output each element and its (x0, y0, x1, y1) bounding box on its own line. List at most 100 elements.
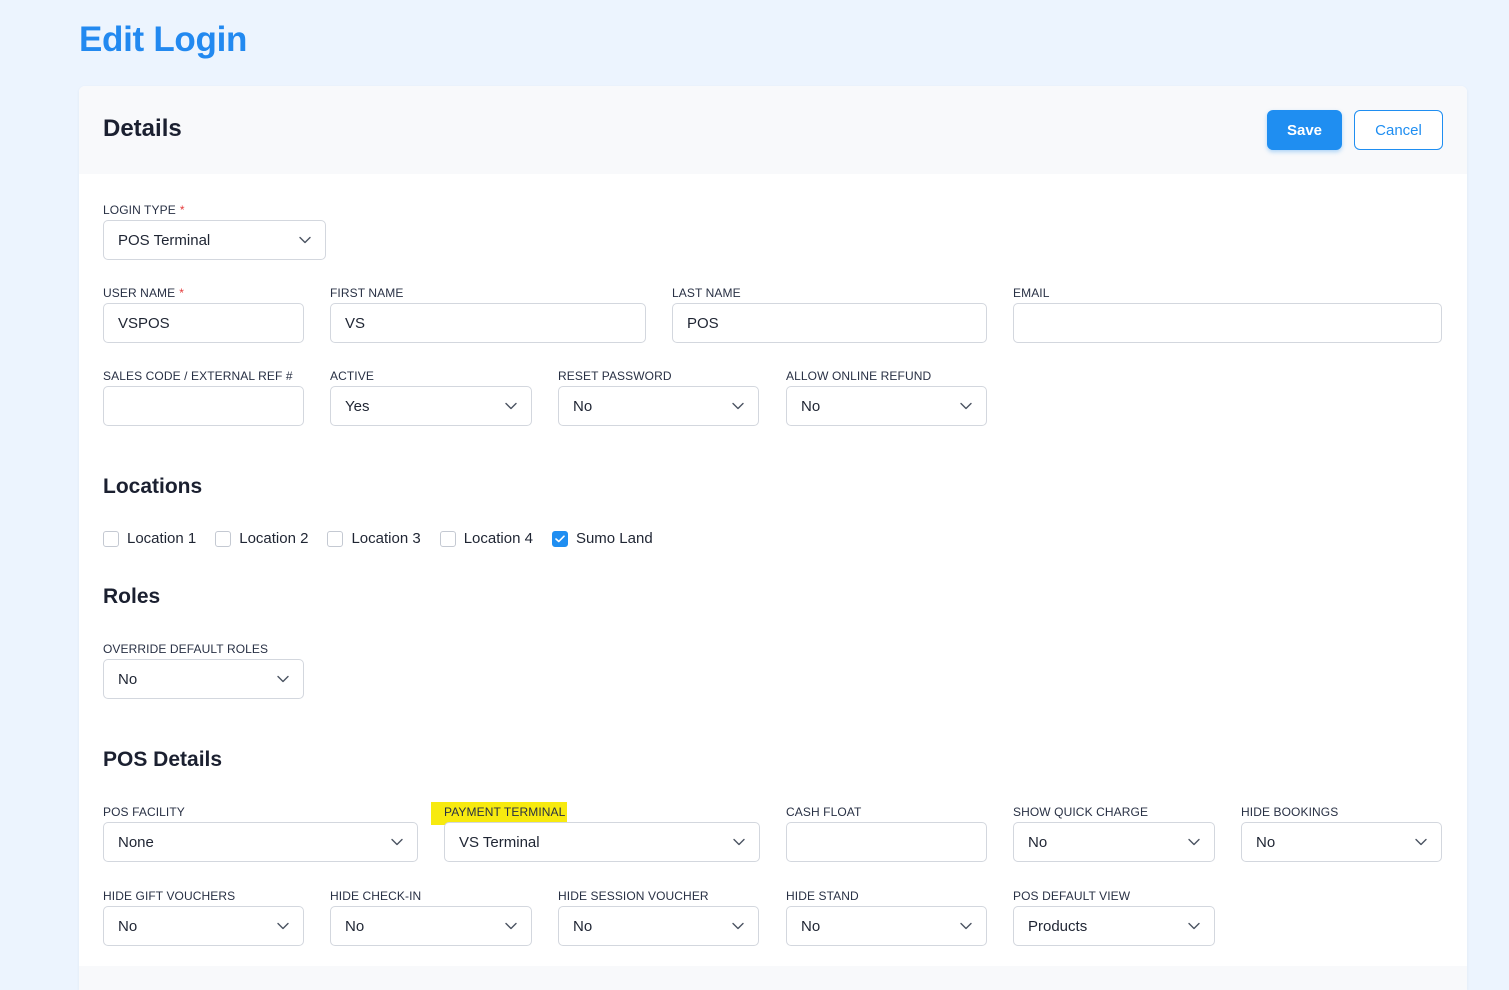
reset-password-label: RESET PASSWORD (558, 369, 672, 383)
save-button[interactable]: Save (1267, 110, 1342, 150)
location-label: Location 2 (239, 530, 309, 547)
cash-float-input[interactable] (786, 822, 987, 862)
allow-online-refund-label: ALLOW ONLINE REFUND (786, 369, 932, 383)
pos-details-title: POS Details (103, 748, 223, 771)
first-name-value: VS (345, 314, 366, 332)
location-label: Location 3 (351, 530, 421, 547)
active-value: Yes (345, 397, 370, 415)
chevron-down-icon (505, 402, 517, 410)
location-item[interactable]: Location 4 (439, 530, 533, 547)
location-checkbox[interactable] (215, 530, 232, 547)
chevron-down-icon (299, 236, 311, 244)
edit-login-card: Details Save Cancel LOGIN TYPE * POS Term… (79, 86, 1467, 990)
show-quick-charge-label: SHOW QUICK CHARGE (1013, 805, 1149, 819)
pos-facility-value: None (118, 833, 154, 851)
last-name-input[interactable]: POS (672, 303, 987, 343)
hide-bookings-value: No (1256, 833, 1276, 851)
chevron-down-icon (732, 922, 744, 930)
pos-facility-label: POS FACILITY (103, 805, 185, 819)
hide-bookings-select[interactable]: No (1241, 822, 1442, 862)
pos-default-view-select[interactable]: Products (1013, 906, 1215, 946)
payment-terminal-value: VS Terminal (459, 833, 540, 851)
chevron-down-icon (1188, 838, 1200, 846)
show-quick-charge-select[interactable]: No (1013, 822, 1215, 862)
hide-session-voucher-label: HIDE SESSION VOUCHER (558, 889, 709, 903)
location-item[interactable]: Location 2 (215, 530, 308, 547)
sales-code-input[interactable] (103, 386, 304, 426)
allow-online-refund-select[interactable]: No (786, 386, 987, 426)
hide-gift-vouchers-value: No (118, 917, 138, 935)
reset-password-value: No (573, 397, 593, 415)
roles-title: Roles (103, 585, 161, 608)
hide-gift-vouchers-label: HIDE GIFT VOUCHERS (103, 889, 236, 903)
pos-facility-select[interactable]: None (103, 822, 418, 862)
reset-password-select[interactable]: No (558, 386, 759, 426)
chevron-down-icon (277, 922, 289, 930)
chevron-down-icon (277, 675, 289, 683)
sales-code-label: SALES CODE / EXTERNAL REF # (103, 369, 293, 383)
hide-stand-value: No (801, 917, 821, 935)
allow-online-refund-value: No (801, 397, 821, 415)
hide-stand-select[interactable]: No (786, 906, 987, 946)
location-label: Sumo Land (575, 530, 653, 547)
override-default-roles-value: No (118, 670, 138, 688)
required-marker: * (179, 286, 185, 300)
location-checkbox[interactable] (551, 530, 568, 547)
cancel-button[interactable]: Cancel (1354, 110, 1443, 150)
active-select[interactable]: Yes (330, 386, 532, 426)
override-default-roles-select[interactable]: No (103, 659, 304, 699)
chevron-down-icon (1188, 922, 1200, 930)
hide-check-in-select[interactable]: No (330, 906, 532, 946)
login-type-select[interactable]: POS Terminal (103, 220, 326, 260)
chevron-down-icon (391, 838, 403, 846)
first-name-input[interactable]: VS (330, 303, 646, 343)
location-checkbox[interactable] (327, 530, 344, 547)
location-label: Location 1 (127, 530, 197, 547)
show-quick-charge-value: No (1028, 833, 1048, 851)
last-name-value: POS (687, 314, 719, 332)
chevron-down-icon (1415, 838, 1427, 846)
pos-default-view-label: POS DEFAULT VIEW (1013, 889, 1131, 903)
location-checkbox[interactable] (439, 530, 456, 547)
email-input[interactable] (1013, 303, 1442, 343)
chevron-down-icon (505, 922, 517, 930)
locations-list: Location 1 Location 2 Location 3 Locatio… (103, 530, 672, 547)
user-name-value: VSPOS (118, 314, 170, 332)
location-item[interactable]: Location 1 (103, 530, 196, 547)
locations-title: Locations (103, 475, 203, 498)
required-marker: * (179, 203, 185, 217)
user-name-input[interactable]: VSPOS (103, 303, 304, 343)
hide-session-voucher-select[interactable]: No (558, 906, 759, 946)
override-default-roles-label: OVERRIDE DEFAULT ROLES (103, 642, 269, 656)
first-name-label: FIRST NAME (330, 286, 404, 300)
hide-stand-label: HIDE STAND (786, 889, 859, 903)
checkmark-icon (555, 534, 565, 542)
hide-bookings-label: HIDE BOOKINGS (1241, 805, 1339, 819)
payment-terminal-select[interactable]: VS Terminal (444, 822, 760, 862)
card-header: Details Save Cancel (79, 86, 1467, 174)
active-label: ACTIVE (330, 369, 374, 383)
location-item[interactable]: Location 3 (327, 530, 421, 547)
login-type-label: LOGIN TYPE * (103, 203, 185, 217)
page-title: Edit Login (79, 20, 248, 59)
user-name-label: USER NAME * (103, 286, 185, 300)
login-type-value: POS Terminal (118, 231, 211, 249)
hide-check-in-label: HIDE CHECK-IN (330, 889, 422, 903)
card-footer (79, 966, 1467, 990)
pos-default-view-value: Products (1028, 917, 1088, 935)
location-label: Location 4 (463, 530, 533, 547)
cash-float-label: CASH FLOAT (786, 805, 862, 819)
hide-session-voucher-value: No (573, 917, 593, 935)
hide-check-in-value: No (345, 917, 365, 935)
chevron-down-icon (732, 402, 744, 410)
last-name-label: LAST NAME (672, 286, 741, 300)
chevron-down-icon (960, 922, 972, 930)
location-item[interactable]: Sumo Land (551, 530, 653, 547)
email-label: EMAIL (1013, 286, 1050, 300)
card-title: Details (103, 115, 182, 142)
chevron-down-icon (960, 402, 972, 410)
chevron-down-icon (733, 838, 745, 846)
location-checkbox[interactable] (103, 530, 119, 547)
payment-terminal-label: PAYMENT TERMINAL (444, 805, 566, 819)
hide-gift-vouchers-select[interactable]: No (103, 906, 304, 946)
